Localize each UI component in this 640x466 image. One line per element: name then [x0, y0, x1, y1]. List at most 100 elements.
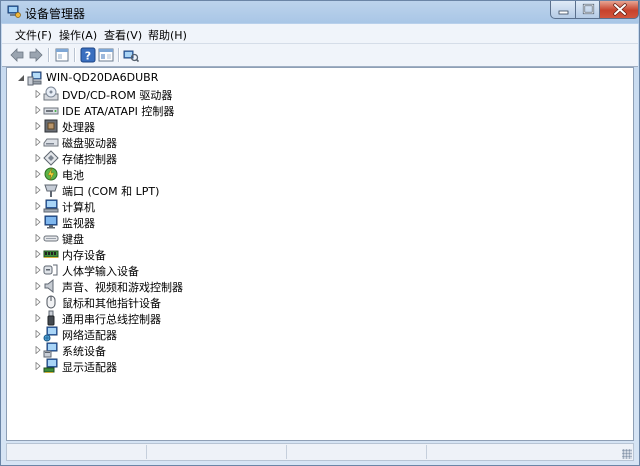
- expand-arrow-icon[interactable]: [34, 170, 42, 178]
- tree-item-label: 内存设备: [62, 249, 106, 262]
- tree-item-monitor[interactable]: 监视器: [7, 214, 407, 230]
- tree-item-label: 电池: [62, 169, 84, 182]
- minimize-button[interactable]: [550, 1, 576, 19]
- toolbar-separator: [74, 48, 76, 62]
- back-arrow-icon[interactable]: [9, 47, 25, 63]
- monitor-icon: [44, 215, 58, 229]
- tree-item-mouse[interactable]: 鼠标和其他指针设备: [7, 294, 407, 310]
- tree-item-memory[interactable]: 内存设备: [7, 246, 407, 262]
- tree-item-label: 网络适配器: [62, 329, 117, 342]
- forward-arrow-icon[interactable]: [28, 47, 44, 63]
- tree-item-label: 声音、视频和游戏控制器: [62, 281, 183, 294]
- keyboard-icon: [43, 235, 59, 242]
- tree-item-storage[interactable]: 存储控制器: [7, 150, 407, 166]
- expand-arrow-icon[interactable]: [34, 266, 42, 274]
- system-devices-icon: [43, 342, 58, 358]
- expand-arrow-icon[interactable]: [34, 90, 42, 98]
- tree-item-label: 磁盘驱动器: [62, 137, 117, 150]
- maximize-button[interactable]: [575, 1, 600, 19]
- toolbar-separator: [48, 48, 50, 62]
- close-icon: [613, 3, 627, 16]
- menu-action[interactable]: 操作(A): [59, 27, 97, 43]
- scan-hardware-icon[interactable]: [123, 47, 139, 63]
- menu-view[interactable]: 查看(V): [104, 27, 142, 43]
- disk-drive-icon: [43, 138, 59, 147]
- toolbar: ?: [2, 44, 638, 67]
- tree-item-label: 人体学输入设备: [62, 265, 139, 278]
- expand-arrow-icon[interactable]: [34, 138, 42, 146]
- tree-item-label: 系统设备: [62, 345, 106, 358]
- tree-item-ports[interactable]: 端口 (COM 和 LPT): [7, 182, 407, 198]
- tree-item-label: 存储控制器: [62, 153, 117, 166]
- tree-item-label: DVD/CD-ROM 驱动器: [62, 89, 173, 102]
- expand-arrow-icon[interactable]: [34, 122, 42, 130]
- expand-arrow-icon[interactable]: [34, 362, 42, 370]
- tree-root[interactable]: WIN-QD20DA6DUBR: [7, 70, 307, 86]
- expand-arrow-icon[interactable]: [34, 106, 42, 114]
- expand-arrow-icon[interactable]: [34, 314, 42, 322]
- menu-file[interactable]: 文件(F): [15, 27, 52, 43]
- status-divider: [286, 445, 287, 459]
- minimize-icon: [558, 10, 569, 15]
- battery-icon: [44, 167, 58, 181]
- computer-icon: [27, 71, 42, 86]
- tree-item-computer[interactable]: 计算机: [7, 198, 407, 214]
- sound-icon: [44, 278, 54, 294]
- close-button[interactable]: [599, 1, 639, 19]
- tree-item-battery[interactable]: 电池: [7, 166, 407, 182]
- tree-item-label: 处理器: [62, 121, 95, 134]
- menu-bar: 文件(F) 操作(A) 查看(V) 帮助(H): [2, 24, 638, 44]
- expand-arrow-icon[interactable]: [34, 234, 42, 242]
- network-adapter-icon: [43, 326, 58, 342]
- tree-item-label: IDE ATA/ATAPI 控制器: [62, 105, 175, 118]
- collapse-arrow-icon[interactable]: [17, 74, 25, 82]
- tree-item-label: 计算机: [62, 201, 95, 214]
- tree-item-network[interactable]: 网络适配器: [7, 326, 407, 342]
- properties-icon[interactable]: [54, 47, 70, 63]
- expand-arrow-icon[interactable]: [34, 186, 42, 194]
- tree-item-processor[interactable]: 处理器: [7, 118, 407, 134]
- display-adapter-icon: [43, 358, 58, 373]
- menu-help[interactable]: 帮助(H): [148, 27, 187, 43]
- tree-item-usb[interactable]: 通用串行总线控制器: [7, 310, 407, 326]
- dvd-drive-icon: [43, 86, 59, 101]
- tree-item-sound[interactable]: 声音、视频和游戏控制器: [7, 278, 407, 294]
- expand-arrow-icon[interactable]: [34, 282, 42, 290]
- computer-icon: [43, 199, 59, 213]
- maximize-icon: [582, 3, 595, 15]
- view-icon[interactable]: [98, 47, 114, 63]
- tree-item-keyboard[interactable]: 键盘: [7, 230, 407, 246]
- expand-arrow-icon[interactable]: [34, 250, 42, 258]
- processor-icon: [44, 119, 58, 133]
- resize-grip[interactable]: [622, 449, 632, 459]
- tree-item-label: 监视器: [62, 217, 95, 230]
- tree-item-label: 鼠标和其他指针设备: [62, 297, 161, 310]
- computer-name: WIN-QD20DA6DUBR: [46, 71, 159, 84]
- tree-item-hid[interactable]: 人体学输入设备: [7, 262, 407, 278]
- memory-icon: [43, 250, 59, 258]
- tree-item-label: 通用串行总线控制器: [62, 313, 161, 326]
- tree-item-ide[interactable]: IDE ATA/ATAPI 控制器: [7, 102, 407, 118]
- expand-arrow-icon[interactable]: [34, 330, 42, 338]
- tree-item-label: 键盘: [62, 233, 84, 246]
- expand-arrow-icon[interactable]: [34, 218, 42, 226]
- storage-controller-icon: [43, 150, 59, 166]
- title-bar[interactable]: 设备管理器: [1, 1, 639, 23]
- expand-arrow-icon[interactable]: [34, 154, 42, 162]
- expand-arrow-icon[interactable]: [34, 298, 42, 306]
- tree-item-disk[interactable]: 磁盘驱动器: [7, 134, 407, 150]
- status-divider: [146, 445, 147, 459]
- status-divider: [426, 445, 427, 459]
- expand-arrow-icon[interactable]: [34, 346, 42, 354]
- tree-item-label: 端口 (COM 和 LPT): [62, 185, 160, 198]
- device-tree[interactable]: WIN-QD20DA6DUBR DVD/CD-ROM 驱动器 IDE ATA/A…: [6, 67, 634, 441]
- usb-icon: [47, 310, 55, 326]
- expand-arrow-icon[interactable]: [34, 202, 42, 210]
- hid-icon: [43, 264, 58, 276]
- device-manager-app-icon: [7, 5, 21, 18]
- help-icon[interactable]: ?: [80, 47, 96, 63]
- tree-item-label: 显示适配器: [62, 361, 117, 374]
- tree-item-dvd[interactable]: DVD/CD-ROM 驱动器: [7, 86, 407, 102]
- tree-item-display[interactable]: 显示适配器: [7, 358, 407, 374]
- tree-item-system[interactable]: 系统设备: [7, 342, 407, 358]
